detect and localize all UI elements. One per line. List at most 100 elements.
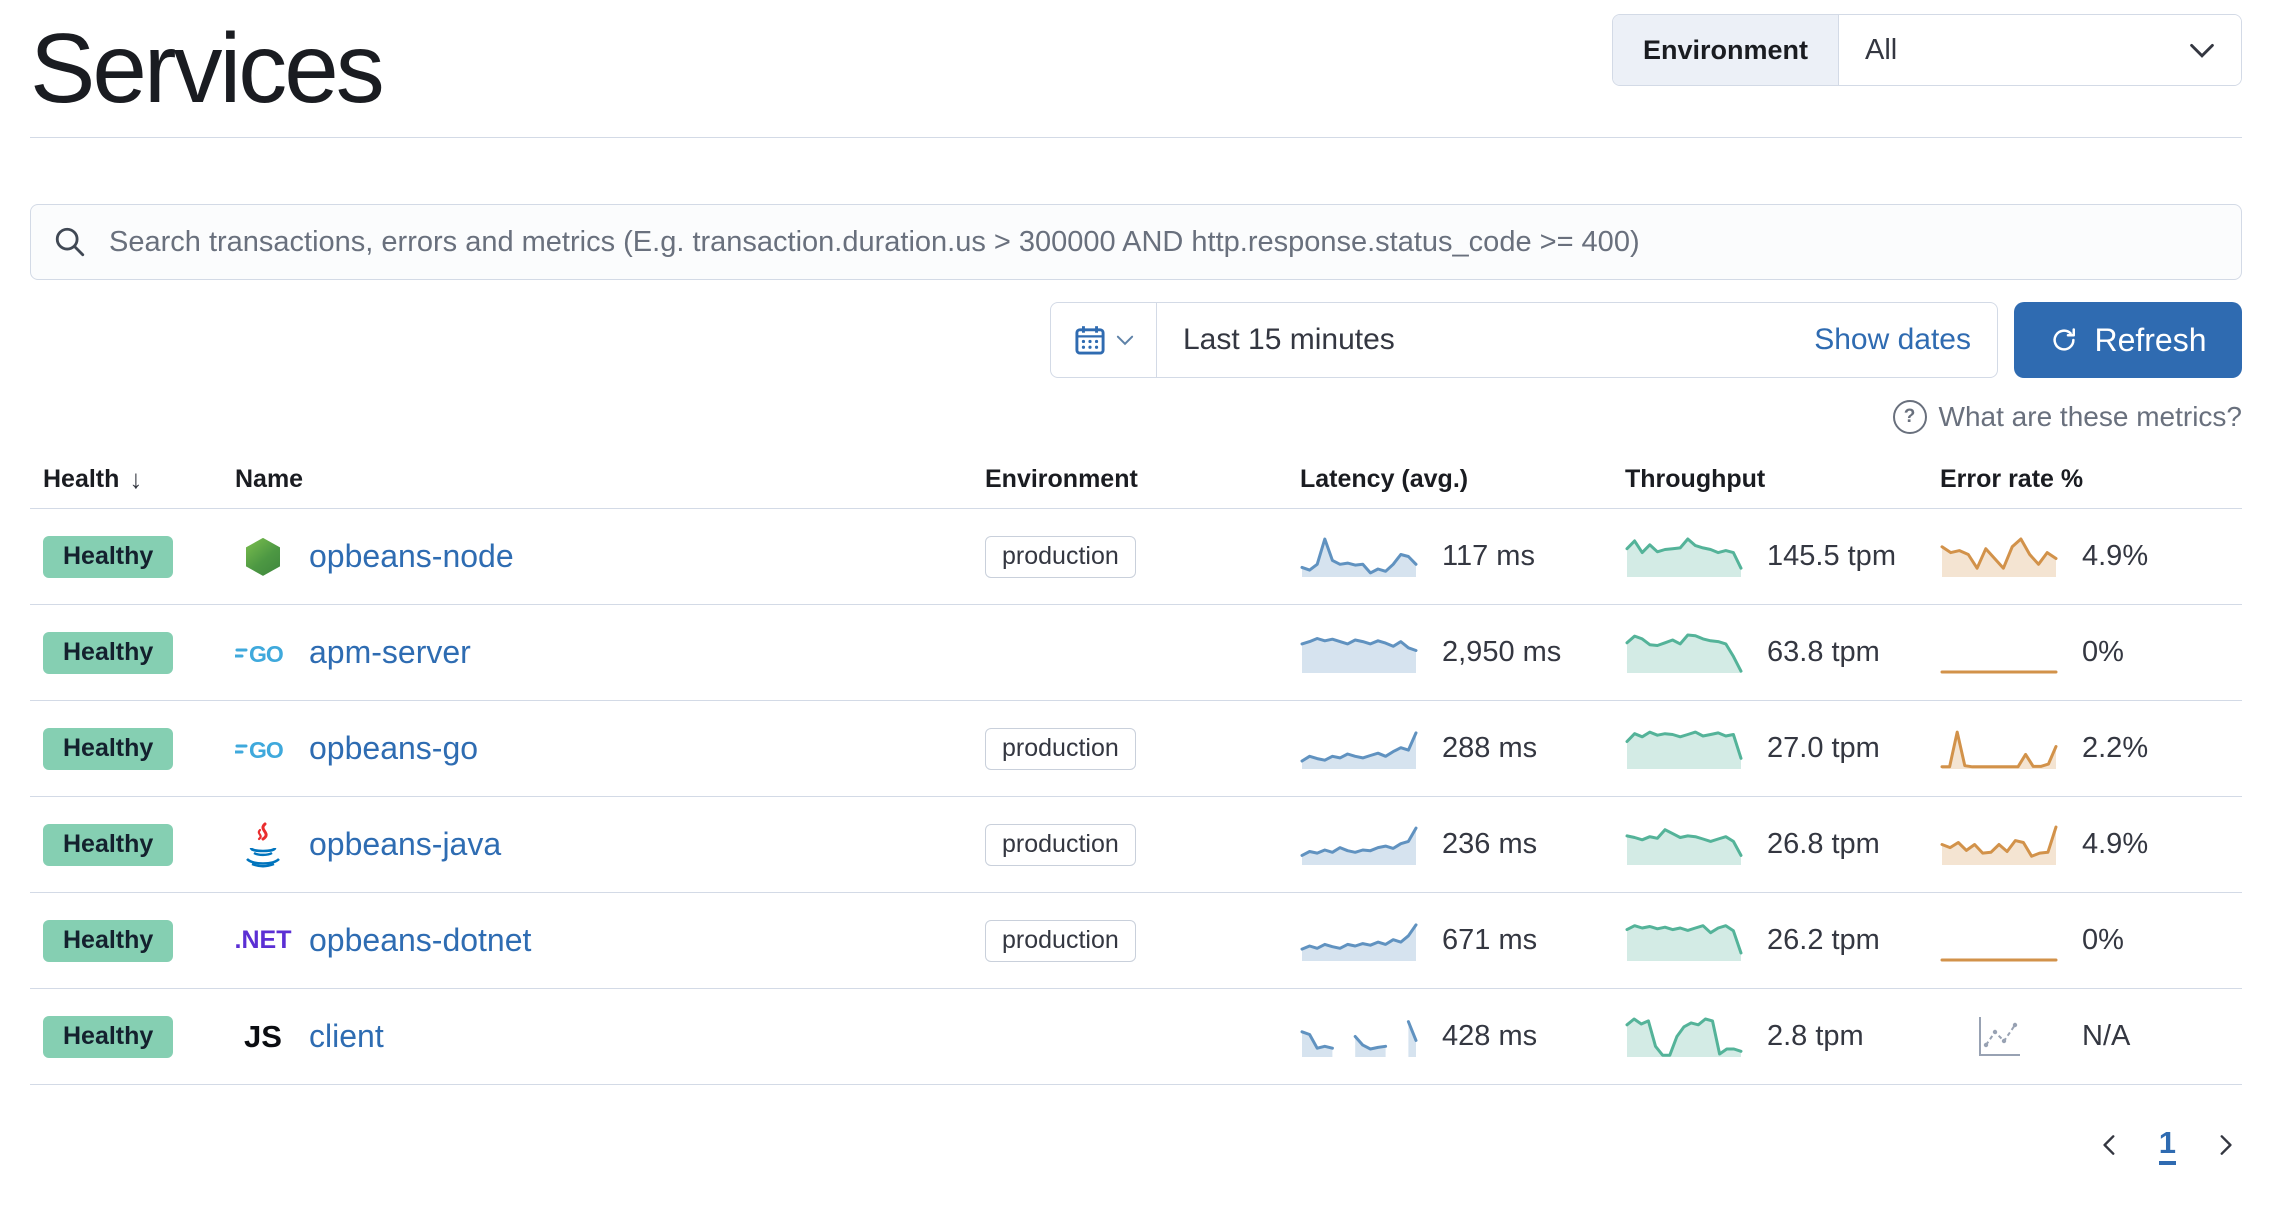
health-badge: Healthy [43, 1015, 174, 1058]
go-icon: GO [235, 637, 291, 669]
latency-value: 2,950 ms [1442, 636, 1562, 669]
error_rate-value: 0% [2082, 636, 2124, 669]
error-rate-sparkline [1940, 822, 2058, 868]
latency-value: 288 ms [1442, 732, 1538, 765]
refresh-button[interactable]: Refresh [2014, 302, 2242, 379]
go-icon: GO [235, 733, 291, 765]
column-header-label: Error rate % [1940, 464, 2084, 493]
table-row: Healthy JS client 428 ms 2.8 tpm N/A [30, 988, 2242, 1086]
error-rate-sparkline [1940, 726, 2058, 772]
latency-value: 117 ms [1442, 540, 1535, 573]
date-range: Last 15 minutes Show dates [1157, 303, 1997, 377]
svg-text:GO: GO [249, 737, 283, 763]
calendar-button[interactable] [1051, 303, 1157, 378]
column-header-throughput[interactable]: Throughput [1625, 465, 1940, 494]
column-header-label: Name [235, 464, 304, 493]
header-divider [30, 137, 2242, 139]
throughput-sparkline [1625, 1014, 1743, 1060]
show-dates-link[interactable]: Show dates [1814, 323, 1971, 357]
health-badge: Healthy [43, 823, 174, 866]
search-bar [30, 204, 2242, 281]
health-badge: Healthy [43, 727, 174, 770]
service-link[interactable]: apm-server [309, 634, 471, 671]
table-row: Healthy GO opbeans-go production 288 ms 27.0 … [30, 700, 2242, 796]
service-link[interactable]: client [309, 1018, 384, 1055]
latency-value: 428 ms [1442, 1020, 1538, 1053]
refresh-button-label: Refresh [2094, 321, 2207, 358]
question-icon: ? [1892, 400, 1927, 435]
throughput-value: 26.8 tpm [1767, 828, 1880, 861]
health-badge: Healthy [43, 535, 174, 578]
service-link[interactable]: opbeans-node [309, 538, 514, 575]
throughput-sparkline [1625, 918, 1743, 964]
error_rate-value: 4.9% [2082, 540, 2149, 573]
metrics-help-row: ? What are these metrics? [30, 400, 2242, 435]
table-row: Healthy opbeans-node production 117 ms 145.5… [30, 508, 2242, 604]
time-picker-row: Last 15 minutes Show dates Refresh [30, 302, 2242, 379]
column-header-label: Throughput [1625, 464, 1766, 493]
services-table: Health ↓ Name Environment Latency (avg.) Thro… [30, 450, 2242, 1086]
service-link[interactable]: opbeans-dotnet [309, 922, 531, 959]
error_rate-value: 2.2% [2082, 732, 2149, 765]
column-header-label: Latency (avg.) [1300, 464, 1469, 493]
error-rate-sparkline [1940, 534, 2058, 580]
throughput-value: 27.0 tpm [1767, 732, 1880, 765]
date-picker: Last 15 minutes Show dates [1050, 302, 1998, 379]
table-row: Healthy opbeans-java production 236 ms 26.8 … [30, 796, 2242, 892]
table-row: Healthy .NET opbeans-dotnet production 671 m… [30, 892, 2242, 988]
environment-filter: Environment All [1611, 14, 2242, 86]
nodejs-icon [235, 537, 291, 576]
latency-value: 236 ms [1442, 828, 1538, 861]
column-header-label: Environment [985, 464, 1138, 493]
svg-text:GO: GO [249, 641, 283, 667]
no-data-chart-icon [1940, 1014, 2058, 1060]
health-badge: Healthy [43, 919, 174, 962]
table-header-row: Health ↓ Name Environment Latency (avg.) Thro… [30, 450, 2242, 508]
column-header-error-rate[interactable]: Error rate % [1940, 465, 2229, 494]
previous-page-button[interactable] [2097, 1132, 2123, 1158]
error-rate-sparkline [1940, 918, 2058, 964]
environment-filter-value: All [1865, 33, 1898, 66]
latency-sparkline [1300, 1014, 1418, 1060]
throughput-sparkline [1625, 630, 1743, 676]
table-body: Healthy opbeans-node production 117 ms 145.5… [30, 508, 2242, 1086]
next-page-button[interactable] [2212, 1132, 2238, 1158]
chevron-down-icon [2189, 34, 2215, 67]
search-input[interactable] [107, 224, 2219, 260]
sort-descending-icon: ↓ [129, 463, 143, 494]
page-number-1[interactable]: 1 [2158, 1125, 2176, 1165]
table-row: Healthy GO apm-server 2,950 ms 63.8 tpm 0% [30, 604, 2242, 700]
column-header-name[interactable]: Name [235, 465, 985, 494]
error_rate-value: 0% [2082, 924, 2124, 957]
environment-badge: production [985, 823, 1136, 866]
throughput-value: 63.8 tpm [1767, 636, 1880, 669]
column-header-latency-avg[interactable]: Latency (avg.) [1300, 465, 1625, 494]
column-header-health[interactable]: Health ↓ [43, 464, 235, 495]
error_rate-value: 4.9% [2082, 828, 2149, 861]
environment-badge: production [985, 535, 1136, 578]
service-link[interactable]: opbeans-go [309, 730, 478, 767]
throughput-value: 26.2 tpm [1767, 924, 1880, 957]
environment-badge: production [985, 919, 1136, 962]
error-rate-sparkline [1940, 630, 2058, 676]
refresh-icon [2049, 325, 2079, 355]
search-icon [53, 225, 87, 259]
latency-sparkline [1300, 918, 1418, 964]
health-badge: Healthy [43, 631, 174, 674]
service-link[interactable]: opbeans-java [309, 826, 501, 863]
throughput-sparkline [1625, 534, 1743, 580]
throughput-value: 2.8 tpm [1767, 1020, 1864, 1053]
date-range-value[interactable]: Last 15 minutes [1183, 323, 1395, 357]
latency-sparkline [1300, 822, 1418, 868]
column-header-environment[interactable]: Environment [985, 465, 1300, 494]
calendar-icon [1074, 324, 1106, 356]
page-header: Services Environment All [30, 0, 2242, 133]
js-icon: JS [244, 1018, 282, 1054]
chevron-down-icon [1116, 335, 1134, 346]
services-page: Services Environment All Search transact… [0, 0, 2272, 1185]
environment-filter-select[interactable]: All [1839, 15, 2241, 85]
throughput-sparkline [1625, 822, 1743, 868]
environment-badge: production [985, 727, 1136, 770]
metrics-help-link[interactable]: What are these metrics? [1939, 401, 2242, 433]
throughput-sparkline [1625, 726, 1743, 772]
